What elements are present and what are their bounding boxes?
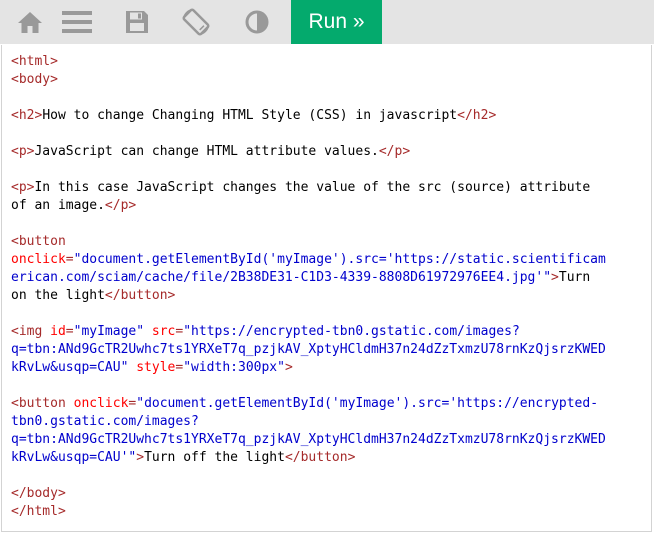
code-line: kRvLw&usqp=CAU'">Turn off the light</but… — [11, 449, 641, 467]
code-token: <img — [11, 324, 51, 339]
code-token: "document.getElementById('myImage').src=… — [136, 396, 599, 411]
code-line: <button — [11, 233, 641, 251]
menu-button[interactable] — [47, 0, 107, 44]
code-token: <button — [11, 234, 66, 249]
code-content[interactable]: <html> <body> <h2>How to change Changing H… — [11, 53, 641, 521]
code-line: on the light</button> — [11, 287, 641, 305]
code-token: q=tbn:ANd9GcTR2Uwhc7ts1YRXeT7q_pzjkAV_Xp… — [11, 342, 606, 357]
code-token: </h2> — [457, 108, 497, 123]
code-token: Turn — [558, 270, 591, 285]
code-token: <button — [11, 396, 74, 411]
rotate-button[interactable] — [166, 0, 226, 44]
save-button[interactable] — [107, 0, 167, 44]
code-token: <p> — [11, 144, 35, 159]
home-icon — [18, 12, 42, 33]
rotate-icon — [182, 8, 210, 36]
code-token: > — [551, 270, 559, 285]
code-line: </body> — [11, 485, 641, 503]
menu-icon — [62, 11, 92, 33]
code-token: </body> — [11, 486, 66, 501]
save-icon — [126, 11, 148, 33]
code-token: <body> — [11, 72, 58, 87]
code-token: How to change Changing HTML Style (CSS) … — [42, 108, 458, 123]
code-token: q=tbn:ANd9GcTR2Uwhc7ts1YRXeT7q_pzjkAV_Xp… — [11, 432, 606, 447]
run-button[interactable]: Run » — [291, 0, 382, 44]
code-line: <body> — [11, 71, 641, 89]
code-token: "https://encrypted-tbn0.gstatic.com/imag… — [183, 324, 520, 339]
code-token: In this case JavaScript changes the valu… — [34, 180, 591, 195]
code-line: <p>In this case JavaScript changes the v… — [11, 179, 641, 197]
code-token: = — [65, 324, 74, 339]
code-token: style — [136, 360, 176, 375]
code-token: id — [50, 324, 66, 339]
code-token: > — [136, 450, 145, 465]
code-token: </html> — [11, 504, 66, 519]
code-token: "myImage" — [73, 324, 152, 339]
code-token: "width:300px" — [183, 360, 285, 375]
code-token: "document.getElementById('myImage').src=… — [73, 252, 606, 267]
code-line: erican.com/sciam/cache/file/2B38DE31-C1D… — [11, 269, 641, 287]
code-line: <h2>How to change Changing HTML Style (C… — [11, 107, 641, 125]
code-token: onclick — [73, 396, 129, 411]
code-token: <html> — [11, 54, 58, 69]
code-token: <p> — [11, 180, 35, 195]
code-token: </button> — [284, 450, 356, 465]
code-token: on the light — [11, 288, 105, 303]
code-line: <img id="myImage" src="https://encrypted… — [11, 323, 641, 341]
code-token: </p> — [378, 144, 411, 159]
code-line: tbn0.gstatic.com/images? — [11, 413, 641, 431]
code-line: of an image.</p> — [11, 197, 641, 215]
code-token: JavaScript can change HTML attribute val… — [34, 144, 379, 159]
code-token: kRvLw&usqp=CAU'" — [11, 450, 137, 465]
code-token: </button> — [104, 288, 176, 303]
code-token: of an image. — [11, 198, 105, 213]
code-line: <p>JavaScript can change HTML attribute … — [11, 143, 641, 161]
code-line: <button onclick="document.getElementById… — [11, 395, 641, 413]
code-editor[interactable]: <html> <body> <h2>How to change Changing H… — [1, 45, 652, 532]
code-line: onclick="document.getElementById('myImag… — [11, 251, 641, 269]
code-token: > — [284, 360, 293, 375]
theme-toggle-button[interactable] — [227, 0, 287, 44]
code-line: q=tbn:ANd9GcTR2Uwhc7ts1YRXeT7q_pzjkAV_Xp… — [11, 341, 641, 359]
code-line: q=tbn:ANd9GcTR2Uwhc7ts1YRXeT7q_pzjkAV_Xp… — [11, 431, 641, 449]
code-token: tbn0.gstatic.com/images? — [11, 414, 199, 429]
code-token: = — [65, 252, 74, 267]
code-token: erican.com/sciam/cache/file/2B38DE31-C1D… — [11, 270, 552, 285]
toolbar: Run » — [0, 0, 654, 44]
code-line: </html> — [11, 503, 641, 521]
code-line: <html> — [11, 53, 641, 71]
code-token: <h2> — [11, 108, 43, 123]
code-token: Turn off the light — [144, 450, 285, 465]
contrast-icon — [245, 10, 269, 34]
code-line: kRvLw&usqp=CAU" style="width:300px"> — [11, 359, 641, 377]
code-token: kRvLw&usqp=CAU" — [11, 360, 137, 375]
code-token: onclick — [11, 252, 66, 267]
code-token: </p> — [104, 198, 137, 213]
code-token: src — [151, 324, 176, 339]
